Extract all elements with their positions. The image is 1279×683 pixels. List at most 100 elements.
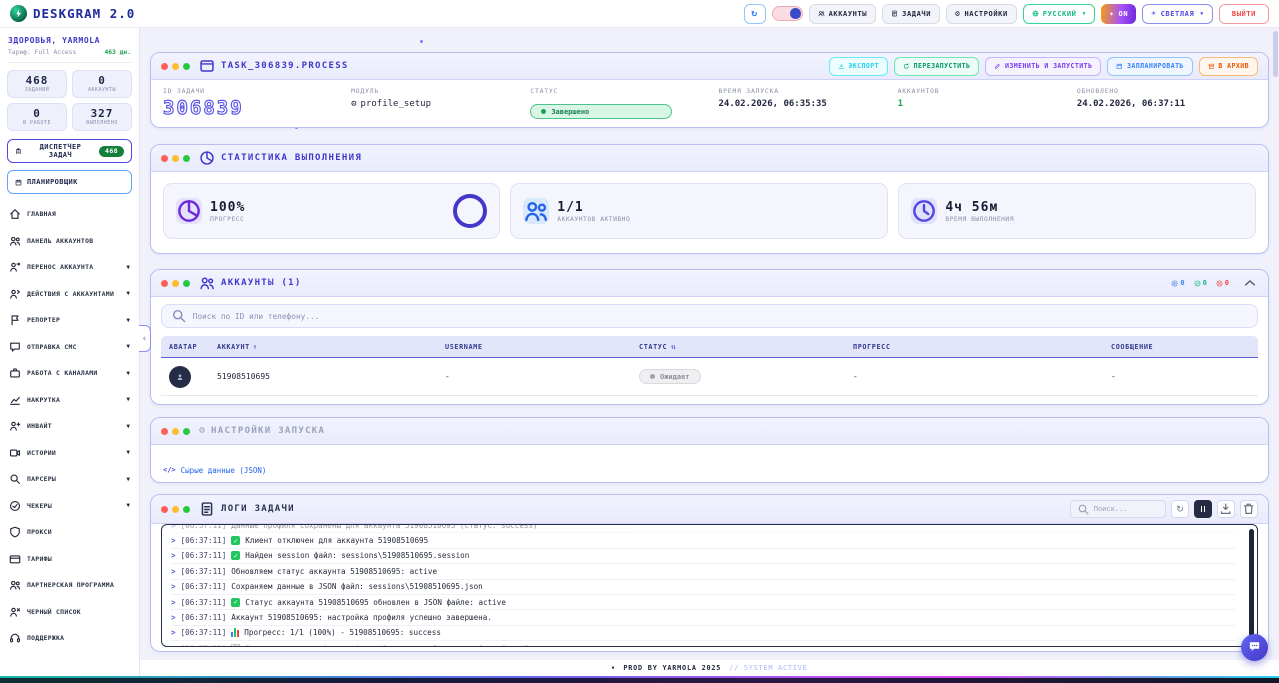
collapse-panel-button[interactable]: [1242, 275, 1258, 291]
log-line: >[06:37:11]Прогресс: 1/1 (100%) - 519085…: [171, 626, 1235, 641]
stat-done: 327ВЫПОЛНЕНО: [72, 103, 132, 131]
message-cell: -: [1111, 372, 1258, 381]
sidebar-item-support[interactable]: ПОДДЕРЖКА: [7, 625, 132, 652]
top-bar-actions: ↻ АККАУНТЫ ЗАДАЧИ ⚙НАСТРОЙКИ РУССКИЙ ▼ ✦O…: [744, 4, 1269, 24]
users-icon: [818, 10, 825, 17]
main-scrollbar[interactable]: [1273, 31, 1278, 77]
sidebar-item-partner-program[interactable]: ПАРТНЕРСКАЯ ПРОГРАММА: [7, 572, 132, 599]
tasks-button[interactable]: ЗАДАЧИ: [882, 4, 940, 24]
sidebar-item-account-transfer[interactable]: ПЕРЕНОС АККАУНТА▼: [7, 254, 132, 281]
schedule-button[interactable]: ЗАПЛАНИРОВАТЬ: [1107, 57, 1192, 76]
pause-icon: [1201, 506, 1206, 512]
sidebar-item-home[interactable]: ГЛАВНАЯ: [7, 201, 132, 228]
sidebar-item-boost[interactable]: НАКРУТКА▼: [7, 387, 132, 414]
log-output[interactable]: >[06:37:11]Данные профиля сохранены для …: [161, 524, 1258, 647]
header-toggle[interactable]: [772, 6, 803, 21]
stat-accounts: 0АККАУНТЫ: [72, 70, 132, 98]
theme-button[interactable]: ☀СВЕТЛАЯ▼: [1142, 4, 1213, 24]
sidebar-item-blacklist[interactable]: ЧЕРНЫЙ СПИСОК: [7, 599, 132, 626]
chevron-down-icon: ▼: [126, 502, 130, 509]
account-row[interactable]: 51908510695 - Ожидает - -: [161, 358, 1258, 396]
col-progress: ПРОГРЕСС: [853, 343, 1111, 351]
log-line: >[06:37:11]Аккаунт 51908510695: настройк…: [171, 610, 1235, 625]
gear-icon: ⚙: [955, 10, 960, 18]
bottom-accent-bar: [0, 676, 1279, 683]
chevron-down-icon: ▼: [1082, 11, 1086, 17]
active-accounts-card: 1/1АККАУНТОВ АКТИВНО: [510, 183, 888, 239]
sidebar-menu: ГЛАВНАЯ ПАНЕЛЬ АККАУНТОВ ПЕРЕНОС АККАУНТ…: [7, 201, 132, 652]
home-icon: [9, 208, 21, 220]
refresh-button[interactable]: ↻: [744, 4, 766, 24]
play-circle-icon: [1171, 280, 1178, 287]
restart-button[interactable]: ПЕРЕЗАПУСТИТЬ: [894, 57, 979, 76]
field-module: МОДУЛЬ⚙profile_setup: [351, 87, 530, 119]
deskgram-app: DESKGRAM 2.0 ↻ АККАУНТЫ ЗАДАЧИ ⚙НАСТРОЙК…: [0, 0, 1279, 683]
logs-search-input[interactable]: [1094, 505, 1159, 513]
sidebar-collapse-handle[interactable]: ‹: [139, 325, 151, 352]
accounts-search-input[interactable]: [193, 312, 1248, 321]
logs-clear-button[interactable]: [1240, 500, 1258, 518]
success-counter: 0: [1194, 279, 1207, 287]
chevron-down-icon: ▼: [126, 396, 130, 403]
progress-ring: [453, 194, 487, 228]
col-account[interactable]: АККАУНТ↑: [217, 343, 445, 351]
dispatcher-label: ДИСПЕТЧЕР ЗАДАЧ: [27, 143, 94, 159]
task-dispatcher-button[interactable]: ДИСПЕТЧЕР ЗАДАЧ 468: [7, 139, 132, 163]
accounts-search: [161, 304, 1258, 328]
planner-button[interactable]: ПЛАНИРОВЩИК: [7, 170, 132, 194]
sidebar-item-reporter[interactable]: РЕПОРТЕР▼: [7, 307, 132, 334]
effects-on-button[interactable]: ✦ON: [1101, 4, 1136, 24]
chevron-down-icon: ▼: [126, 264, 130, 271]
log-line: >[06:37:11]Сохраняем данные в JSON файл:…: [171, 580, 1235, 595]
archive-button[interactable]: В АРХИВ: [1199, 57, 1258, 76]
sidebar-item-tariffs[interactable]: ТАРИФЫ: [7, 546, 132, 573]
users-icon: [9, 235, 21, 247]
main-area: TASK_306839.PROCESS ЭКСПОРТ ПЕРЕЗАПУСТИТ…: [140, 28, 1279, 676]
user-block: ЗДОРОВЬЯ, YARMOLA Тариф: Full Access 463…: [7, 34, 132, 63]
support-chat-button[interactable]: [1241, 634, 1268, 661]
person-icon: [176, 373, 184, 381]
sidebar-item-sms[interactable]: ОТПРАВКА СМС▼: [7, 334, 132, 361]
language-label: РУССКИЙ: [1043, 10, 1077, 18]
sidebar-item-stories[interactable]: ИСТОРИИ▼: [7, 440, 132, 467]
clock-icon: [911, 198, 937, 224]
sidebar-item-invite[interactable]: ИНВАЙТ▼: [7, 413, 132, 440]
sidebar-item-checkers[interactable]: ЧЕКЕРЫ▼: [7, 493, 132, 520]
check-circle-icon: [9, 500, 21, 512]
log-line: >[06:37:11]Данные профиля сохранены для …: [171, 524, 1235, 533]
edit-icon: [994, 63, 1001, 70]
task-title: TASK_306839.PROCESS: [221, 61, 349, 71]
edit-and-run-button[interactable]: ИЗМЕНИТЬ И ЗАПУСТИТЬ: [985, 57, 1101, 76]
col-message: СООБЩЕНИЕ: [1111, 343, 1258, 351]
username-cell: -: [445, 372, 639, 381]
check-icon: ✓: [231, 536, 240, 545]
archive-icon: [1208, 63, 1215, 70]
sidebar-item-accounts-panel[interactable]: ПАНЕЛЬ АККАУНТОВ: [7, 228, 132, 255]
briefcase-icon: [9, 367, 21, 379]
sidebar-item-channels[interactable]: РАБОТА С КАНАЛАМИ▼: [7, 360, 132, 387]
logs-refresh-button[interactable]: ↻: [1171, 500, 1189, 518]
accounts-button[interactable]: АККАУНТЫ: [809, 4, 877, 24]
export-button[interactable]: ЭКСПОРТ: [829, 57, 888, 76]
accounts-title: АККАУНТЫ (1): [221, 278, 302, 288]
gear-icon: ⚙: [199, 426, 205, 436]
autoscroll-toggle-button[interactable]: [1194, 500, 1212, 518]
chevron-up-icon: [1242, 275, 1258, 291]
log-scrollbar[interactable]: [1249, 529, 1254, 642]
settings-button[interactable]: ⚙НАСТРОЙКИ: [946, 4, 1017, 24]
shield-icon: [9, 526, 21, 538]
language-button[interactable]: РУССКИЙ ▼: [1023, 4, 1095, 24]
logs-download-button[interactable]: [1217, 500, 1235, 518]
run-settings-panel: ⚙ НАСТРОЙКИ ЗАПУСКА </> Сырые данные (JS…: [150, 417, 1269, 483]
logout-button[interactable]: ВЫЙТИ: [1219, 4, 1269, 24]
col-status[interactable]: СТАТУС↑↓: [639, 343, 853, 351]
app-logo: DESKGRAM 2.0: [10, 5, 135, 22]
raw-json-link[interactable]: </> Сырые данные (JSON): [163, 466, 266, 475]
sidebar-item-account-actions[interactable]: ДЕЙСТВИЯ С АККАУНТАМИ▼: [7, 281, 132, 308]
refresh-icon: ↻: [1176, 505, 1184, 514]
sidebar-item-parsers[interactable]: ПАРСЕРЫ▼: [7, 466, 132, 493]
accounts-counters: 0 0 0: [1171, 275, 1258, 291]
sidebar-item-proxy[interactable]: ПРОКСИ: [7, 519, 132, 546]
pie-chart-icon: [176, 198, 202, 224]
accounts-table: АВАТАР АККАУНТ↑ USERNAME СТАТУС↑↓ ПРОГРЕ…: [161, 336, 1258, 396]
